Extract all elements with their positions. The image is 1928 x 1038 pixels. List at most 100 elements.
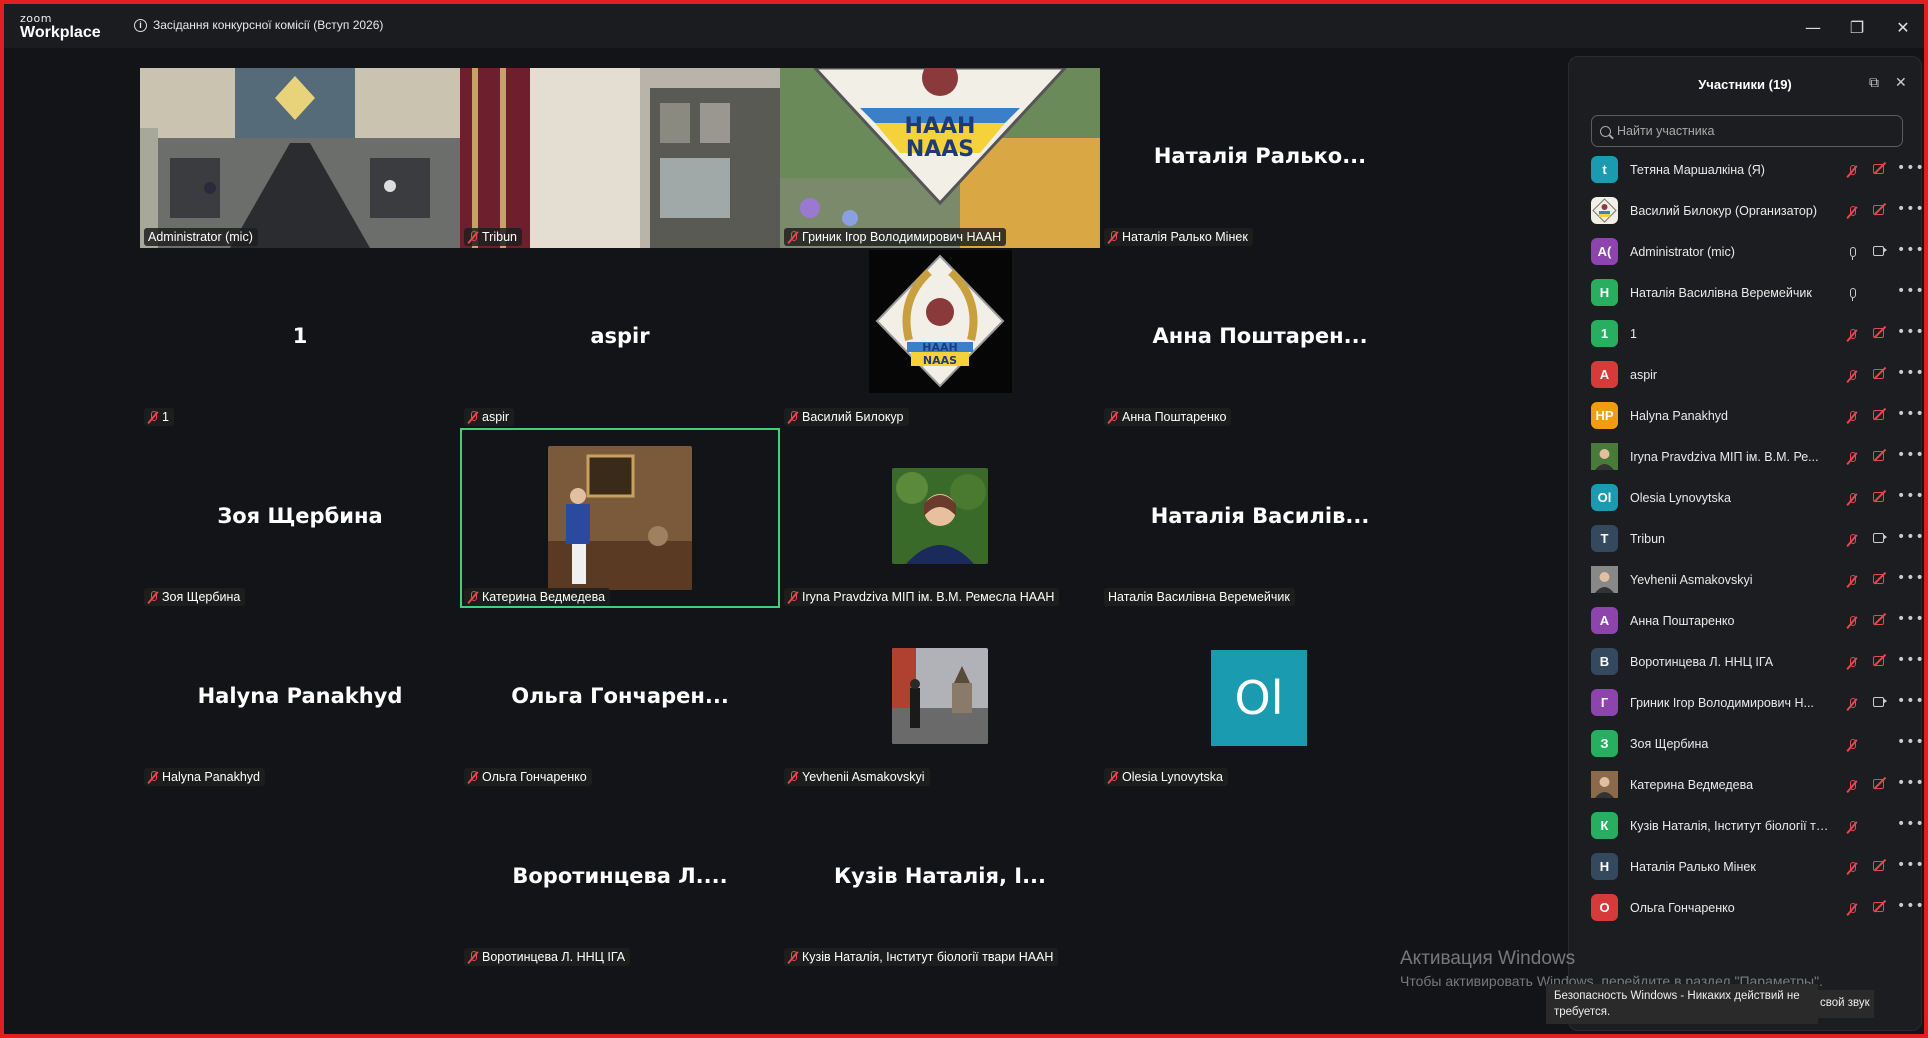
mic-muted-icon[interactable] (1847, 327, 1861, 341)
mic-muted-icon[interactable] (1847, 573, 1861, 587)
camera-off-icon[interactable] (1873, 491, 1887, 505)
video-tile[interactable]: Administrator (mic) (140, 68, 460, 248)
mic-muted-icon[interactable] (1847, 901, 1861, 915)
video-tile[interactable]: Анна Поштарен... Анна Поштаренко (1100, 248, 1420, 428)
mic-muted-icon[interactable] (1847, 491, 1861, 505)
minimize-button[interactable]: — (1802, 16, 1824, 38)
mic-icon[interactable] (1847, 245, 1861, 260)
camera-off-icon[interactable] (1873, 778, 1887, 792)
video-tile[interactable]: Зоя Щербина Зоя Щербина (140, 428, 460, 608)
search-input[interactable] (1617, 124, 1897, 138)
more-options-icon[interactable]: ••• (1897, 693, 1924, 709)
mic-muted-icon[interactable] (1847, 737, 1861, 751)
close-panel-icon[interactable]: ✕ (1895, 75, 1907, 91)
video-tile[interactable]: aspir aspir (460, 248, 780, 428)
more-options-icon[interactable]: ••• (1897, 447, 1924, 463)
mic-muted-icon[interactable] (1847, 860, 1861, 874)
mic-muted-icon[interactable] (1847, 163, 1861, 177)
more-options-icon[interactable]: ••• (1897, 857, 1924, 873)
participant-row[interactable]: Катерина Ведмедева ••• (1585, 764, 1924, 805)
mic-muted-icon[interactable] (1847, 368, 1861, 382)
popout-icon[interactable]: ⧉ (1869, 75, 1879, 91)
participant-search[interactable] (1591, 115, 1903, 147)
camera-off-icon[interactable] (1873, 204, 1887, 218)
video-tile[interactable]: Воротинцева Л.... Воротинцева Л. ННЦ ІГА (460, 788, 780, 968)
video-tile[interactable]: Ольга Гончарен... Ольга Гончаренко (460, 608, 780, 788)
video-tile[interactable]: Кузів Наталія, І... Кузів Наталія, Інстит… (780, 788, 1100, 968)
more-options-icon[interactable]: ••• (1897, 652, 1924, 668)
video-tile[interactable]: Наталія Василів... Наталія Василівна Вере… (1100, 428, 1420, 608)
camera-off-icon[interactable] (1873, 163, 1887, 177)
more-options-icon[interactable]: ••• (1897, 324, 1924, 340)
mic-muted-icon[interactable] (1847, 450, 1861, 464)
more-options-icon[interactable]: ••• (1897, 775, 1924, 791)
camera-off-icon[interactable] (1873, 573, 1887, 587)
more-options-icon[interactable]: ••• (1897, 242, 1924, 258)
participant-row[interactable]: В Воротинцева Л. ННЦ ІГА ••• (1585, 641, 1924, 682)
more-options-icon[interactable]: ••• (1897, 365, 1924, 381)
camera-off-icon[interactable] (1873, 368, 1887, 382)
security-toast[interactable]: Безопасность Windows - Никаких действий … (1546, 984, 1818, 1024)
mic-muted-icon[interactable] (1847, 696, 1861, 710)
camera-icon[interactable] (1873, 245, 1887, 259)
camera-off-icon[interactable] (1873, 450, 1887, 464)
camera-off-icon[interactable] (1873, 901, 1887, 915)
camera-icon[interactable] (1873, 532, 1887, 546)
participant-row[interactable]: A(Administrator (mic) ••• (1585, 231, 1924, 272)
more-options-icon[interactable]: ••• (1897, 160, 1924, 176)
camera-off-icon[interactable] (1873, 327, 1887, 341)
participant-row[interactable]: Iryna Pravdziva МІП ім. В.М. Ре... ••• (1585, 436, 1924, 477)
participant-row[interactable]: К Кузів Наталія, Інститут біології твар..… (1585, 805, 1924, 846)
mic-muted-icon[interactable] (1847, 204, 1861, 218)
mic-muted-icon[interactable] (1847, 614, 1861, 628)
more-options-icon[interactable]: ••• (1897, 488, 1924, 504)
more-options-icon[interactable]: ••• (1897, 611, 1924, 627)
mic-muted-icon[interactable] (1847, 409, 1861, 423)
camera-off-icon[interactable] (1873, 860, 1887, 874)
video-tile[interactable]: Tribun (460, 68, 780, 248)
participant-row[interactable]: З Зоя Щербина ••• (1585, 723, 1924, 764)
participant-row[interactable]: Yevhenii Asmakovskyi ••• (1585, 559, 1924, 600)
more-options-icon[interactable]: ••• (1897, 201, 1924, 217)
mic-muted-icon[interactable] (1847, 655, 1861, 669)
participant-row[interactable]: 1 1 ••• (1585, 313, 1924, 354)
participant-row[interactable]: Aaspir ••• (1585, 354, 1924, 395)
video-tile[interactable]: 11 (140, 248, 460, 428)
video-tile[interactable]: Ol Olesia Lynovytska (1100, 608, 1420, 788)
mic-icon[interactable] (1847, 286, 1861, 301)
video-tile[interactable]: Halyna Panakhyd Halyna Panakhyd (140, 608, 460, 788)
more-options-icon[interactable]: ••• (1897, 406, 1924, 422)
video-tile[interactable]: НААН NAAS Василий Билокур (780, 248, 1100, 428)
more-options-icon[interactable]: ••• (1897, 816, 1924, 832)
participant-row[interactable]: Ol Olesia Lynovytska ••• (1585, 477, 1924, 518)
mic-muted-icon[interactable] (1847, 819, 1861, 833)
more-options-icon[interactable]: ••• (1897, 283, 1924, 299)
restore-button[interactable]: ❐ (1846, 16, 1868, 38)
audio-toast[interactable]: свой звук (1818, 990, 1874, 1018)
camera-off-icon[interactable] (1873, 409, 1887, 423)
close-button[interactable]: ✕ (1892, 16, 1914, 38)
more-options-icon[interactable]: ••• (1897, 734, 1924, 750)
participant-row[interactable]: Василий Билокур (Организатор) ••• (1585, 190, 1924, 231)
video-tile[interactable]: НААН NAAS Гриник Ігор Володимирович НААН (780, 68, 1100, 248)
more-options-icon[interactable]: ••• (1897, 529, 1924, 545)
video-tile[interactable]: Iryna Pravdziva МІП ім. В.М. Ремесла НАА… (780, 428, 1100, 608)
more-options-icon[interactable]: ••• (1897, 898, 1924, 914)
info-icon[interactable]: i (134, 18, 147, 32)
camera-off-icon[interactable] (1873, 655, 1887, 669)
meeting-info[interactable]: i Засідання конкурсної комісії (Вступ 20… (134, 18, 383, 32)
participant-row[interactable]: Н Наталія Ралько Мінек ••• (1585, 846, 1924, 887)
participant-row[interactable]: T Tribun ••• (1585, 518, 1924, 559)
video-tile[interactable]: Катерина Ведмедева (460, 428, 780, 608)
participant-row[interactable]: A Анна Поштаренко ••• (1585, 600, 1924, 641)
participant-row[interactable]: О Ольга Гончаренко ••• (1585, 887, 1924, 928)
participant-row[interactable]: t Тетяна Маршалкіна (Я) ••• (1585, 149, 1924, 190)
mic-muted-icon[interactable] (1847, 778, 1861, 792)
video-tile[interactable]: Yevhenii Asmakovskyi (780, 608, 1100, 788)
mic-muted-icon[interactable] (1847, 532, 1861, 546)
video-tile[interactable]: Наталія Ралько... Наталія Ралько Мінек (1100, 68, 1420, 248)
more-options-icon[interactable]: ••• (1897, 570, 1924, 586)
participant-row[interactable]: Г Гриник Ігор Володимирович Н... ••• (1585, 682, 1924, 723)
participant-row[interactable]: Н Наталія Василівна Веремейчик ••• (1585, 272, 1924, 313)
participant-row[interactable]: HP Halyna Panakhyd ••• (1585, 395, 1924, 436)
